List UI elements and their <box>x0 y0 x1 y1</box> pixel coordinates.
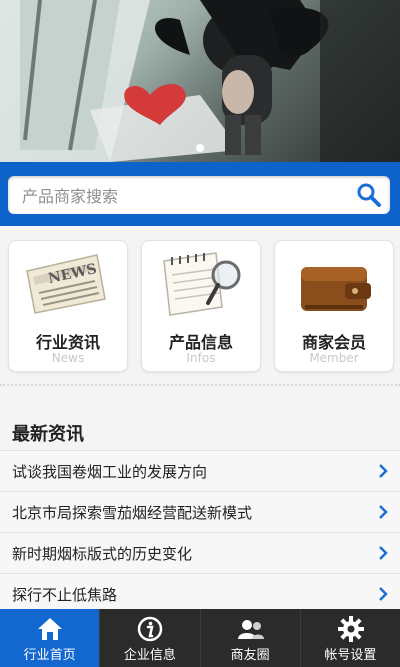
chevron-right-icon <box>379 546 388 560</box>
search-icon[interactable] <box>356 182 382 208</box>
nav-item-label: 帐号设置 <box>324 648 377 663</box>
news-section-title: 最新资讯 <box>12 424 84 445</box>
nav-item-label: 行业首页 <box>23 648 76 663</box>
category-news[interactable]: NEWS 行业资讯 News <box>8 240 128 372</box>
nav-item-label: 商友圈 <box>230 648 270 663</box>
news-list-item[interactable]: 探行不止低焦路 <box>0 573 400 614</box>
chevron-right-icon <box>379 505 388 519</box>
category-label: 行业资讯 <box>35 333 100 352</box>
wallet-icon <box>301 267 371 311</box>
newspaper-icon: NEWS <box>26 254 106 314</box>
news-item-title: 北京市局探索雪茄烟经营配送新模式 <box>12 504 253 522</box>
chevron-right-icon <box>379 464 388 478</box>
category-sublabel: Infos <box>186 351 216 365</box>
banner-carousel[interactable] <box>0 0 400 162</box>
news-list-item[interactable]: 新时期烟标版式的历史变化 <box>0 532 400 573</box>
search-box <box>8 176 390 216</box>
category-products[interactable]: 产品信息 Infos <box>141 240 261 372</box>
home-icon <box>38 618 62 640</box>
chevron-right-icon <box>379 587 388 601</box>
category-sublabel: Member <box>309 351 359 365</box>
news-list: 试谈我国卷烟工业的发展方向 北京市局探索雪茄烟经营配送新模式 新时期烟标版式的历… <box>0 450 400 614</box>
category-members[interactable]: 商家会员 Member <box>274 240 394 372</box>
news-item-title: 探行不止低焦路 <box>12 586 118 604</box>
section-divider <box>0 384 400 386</box>
search-input[interactable] <box>20 176 344 216</box>
users-icon <box>237 620 264 639</box>
gear-icon <box>337 616 364 642</box>
carousel-dots <box>0 144 400 152</box>
category-label: 产品信息 <box>168 333 233 352</box>
nav-item-settings[interactable]: 帐号设置 <box>299 609 400 667</box>
notepad-magnifier-icon <box>163 252 241 316</box>
category-grid: NEWS 行业资讯 News 产品信息 Infos 商家会员 Member <box>0 226 400 386</box>
news-item-title: 新时期烟标版式的历史变化 <box>12 545 193 563</box>
category-label: 商家会员 <box>301 333 366 352</box>
news-list-item[interactable]: 北京市局探索雪茄烟经营配送新模式 <box>0 491 400 532</box>
news-list-item[interactable]: 试谈我国卷烟工业的发展方向 <box>0 450 400 491</box>
nav-item-friends[interactable]: 商友圈 <box>199 609 300 667</box>
news-item-title: 试谈我国卷烟工业的发展方向 <box>12 463 208 481</box>
nav-item-company[interactable]: 企业信息 <box>99 609 199 667</box>
nav-item-label: 企业信息 <box>123 648 176 663</box>
info-icon <box>138 616 163 642</box>
carousel-dot[interactable] <box>196 144 204 152</box>
category-sublabel: News <box>51 351 85 365</box>
nav-item-home[interactable]: 行业首页 <box>0 609 100 667</box>
bottom-nav: 行业首页 企业信息 商友圈 帐号设置 <box>0 609 400 667</box>
search-bar <box>0 162 400 226</box>
banner-image <box>0 0 400 162</box>
